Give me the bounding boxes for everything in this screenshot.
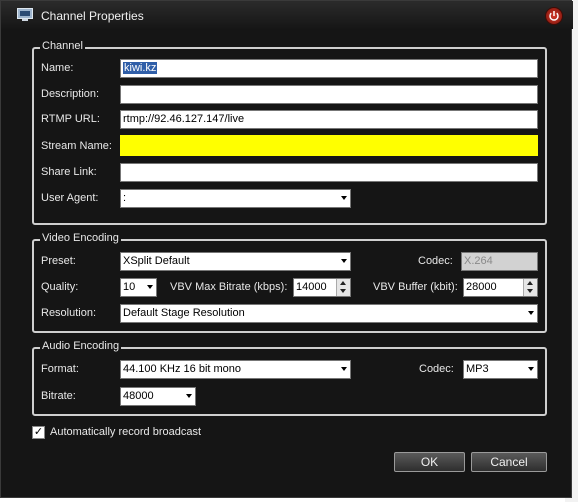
spin-button[interactable] <box>336 279 350 296</box>
quality-label: Quality: <box>41 281 79 293</box>
arrow-down-icon <box>340 289 346 293</box>
description-input[interactable] <box>120 85 538 104</box>
name-label: Name: <box>41 62 74 74</box>
description-label: Description: <box>41 88 100 100</box>
audio-encoding-legend: Audio Encoding <box>40 340 122 352</box>
share-link-input[interactable] <box>120 163 538 182</box>
chevron-down-icon <box>528 311 534 315</box>
preset-select[interactable]: XSplit Default <box>120 252 351 271</box>
auto-record-checkbox[interactable]: ✓ <box>32 426 45 439</box>
preset-value: XSplit Default <box>123 255 190 267</box>
stream-name-input[interactable] <box>120 135 538 156</box>
video-codec-input: X.264 <box>461 252 538 271</box>
user-agent-value: : <box>123 192 127 204</box>
bitrate-select[interactable]: 48000 <box>120 387 196 406</box>
spin-button[interactable] <box>523 279 537 296</box>
arrow-up-icon <box>527 281 533 285</box>
preset-label: Preset: <box>41 255 76 267</box>
title-bar[interactable]: Channel Properties <box>1 1 573 29</box>
audio-encoding-group: Audio Encoding <box>32 340 547 416</box>
rtmp-url-input[interactable]: rtmp://92.46.127.147/live <box>120 110 538 129</box>
share-link-label: Share Link: <box>41 166 97 178</box>
monitor-icon <box>17 8 33 21</box>
vbv-buffer-input[interactable]: 28000 <box>463 278 538 297</box>
chevron-down-icon <box>341 367 347 371</box>
channel-properties-dialog: Channel Properties Channel Name: kiwi.kz… <box>0 0 573 498</box>
name-input[interactable]: kiwi.kz <box>120 59 538 78</box>
power-icon <box>549 11 559 21</box>
audio-codec-value: MP3 <box>466 363 489 375</box>
resolution-select[interactable]: Default Stage Resolution <box>120 304 538 323</box>
resolution-value: Default Stage Resolution <box>123 307 245 319</box>
audio-codec-select[interactable]: MP3 <box>463 360 538 379</box>
vbv-max-bitrate-label: VBV Max Bitrate (kbps): <box>170 281 288 293</box>
arrow-up-icon <box>340 281 346 285</box>
quality-select[interactable]: 10 <box>120 278 157 297</box>
name-value: kiwi.kz <box>123 62 158 74</box>
video-encoding-legend: Video Encoding <box>40 232 121 244</box>
arrow-down-icon <box>527 289 533 293</box>
vbv-max-bitrate-value: 14000 <box>296 281 327 293</box>
vbv-max-bitrate-input[interactable]: 14000 <box>293 278 351 297</box>
ok-button[interactable]: OK <box>394 452 465 472</box>
auto-record-label: Automatically record broadcast <box>50 426 202 438</box>
chevron-down-icon <box>186 394 192 398</box>
cancel-button[interactable]: Cancel <box>471 452 547 472</box>
chevron-down-icon <box>147 285 153 289</box>
format-label: Format: <box>41 363 79 375</box>
user-agent-select[interactable]: : <box>120 189 351 208</box>
stream-name-label: Stream Name: <box>41 140 112 152</box>
rtmp-url-label: RTMP URL: <box>41 113 100 125</box>
format-value: 44.100 KHz 16 bit mono <box>123 363 242 375</box>
video-codec-label: Codec: <box>418 255 453 267</box>
checkmark-icon: ✓ <box>33 426 44 438</box>
format-select[interactable]: 44.100 KHz 16 bit mono <box>120 360 351 379</box>
close-button[interactable] <box>545 7 563 25</box>
vbv-buffer-label: VBV Buffer (kbit): <box>373 281 458 293</box>
channel-legend: Channel <box>40 40 85 52</box>
chevron-down-icon <box>341 196 347 200</box>
audio-codec-label: Codec: <box>419 363 454 375</box>
bitrate-label: Bitrate: <box>41 390 76 402</box>
window-title: Channel Properties <box>41 9 144 23</box>
user-agent-label: User Agent: <box>41 192 99 204</box>
resolution-label: Resolution: <box>41 307 97 319</box>
vbv-buffer-value: 28000 <box>466 281 497 293</box>
chevron-down-icon <box>341 259 347 263</box>
bitrate-value: 48000 <box>123 390 154 402</box>
chevron-down-icon <box>528 367 534 371</box>
quality-value: 10 <box>123 281 136 293</box>
